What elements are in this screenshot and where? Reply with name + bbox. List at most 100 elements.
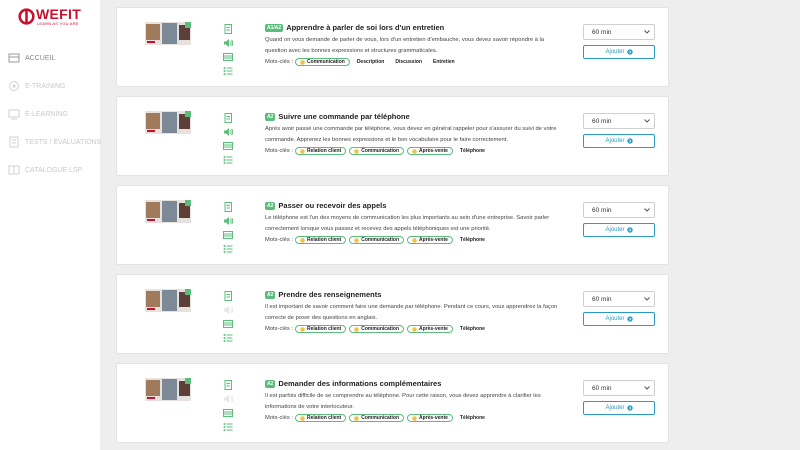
keyword-tag[interactable]: Téléphone xyxy=(456,236,489,244)
course-thumbnail[interactable] xyxy=(145,378,191,401)
duration-value: 60 min xyxy=(592,384,612,392)
chevron-down-icon xyxy=(644,30,650,34)
duration-select[interactable]: 60 min xyxy=(583,113,655,129)
course-thumbnail[interactable] xyxy=(145,22,191,45)
document-icon[interactable] xyxy=(223,113,233,123)
audio-icon[interactable] xyxy=(223,394,233,404)
list-icon[interactable] xyxy=(223,422,233,432)
plus-circle-icon xyxy=(626,49,633,55)
chevron-down-icon xyxy=(644,208,650,212)
course-content: A2 Suivre une commande par téléphone Apr… xyxy=(265,111,565,156)
brand-name: WEFIT xyxy=(36,6,82,22)
keyword-tag[interactable]: Communication xyxy=(349,236,404,244)
list-icon[interactable] xyxy=(223,155,233,165)
course-title[interactable]: Prendre des renseignements xyxy=(278,290,381,299)
list-icon[interactable] xyxy=(223,333,233,343)
keyword-tag[interactable]: Relation client xyxy=(295,147,347,155)
duration-select[interactable]: 60 min xyxy=(583,202,655,218)
keyword-tag[interactable]: Après-vente xyxy=(407,325,453,333)
keyword-tag[interactable]: Relation client xyxy=(295,325,347,333)
course-title[interactable]: Suivre une commande par téléphone xyxy=(278,112,409,121)
star-icon xyxy=(412,415,417,421)
audio-icon[interactable] xyxy=(223,127,233,137)
plus-circle-icon xyxy=(626,227,633,233)
course-actions: 60 min Ajouter xyxy=(583,113,655,148)
add-button[interactable]: Ajouter xyxy=(583,45,655,59)
course-description: Il est parfois difficile de se comprendr… xyxy=(265,393,541,410)
sidebar-item-e-training[interactable]: E-TRAINING xyxy=(8,72,100,100)
list-icon[interactable] xyxy=(223,66,233,76)
duration-select[interactable]: 60 min xyxy=(583,291,655,307)
sidebar-item-tests-evaluations[interactable]: TESTS / ÉVALUATIONS xyxy=(8,128,101,156)
keyword-tag[interactable]: Communication xyxy=(349,147,404,155)
star-icon xyxy=(300,326,305,332)
course-thumbnail[interactable] xyxy=(145,111,191,134)
course-thumbnail[interactable] xyxy=(145,200,191,223)
sidebar-item-label: CATALOGUE LSP xyxy=(25,166,83,174)
keyword-tag[interactable]: Entretien xyxy=(429,58,459,66)
keyword-tags: Mots-clés : Relation client Communicatio… xyxy=(265,235,565,245)
add-button[interactable]: Ajouter xyxy=(583,312,655,326)
star-icon xyxy=(354,326,359,332)
keyword-tag[interactable]: Communication xyxy=(295,58,350,66)
audio-icon[interactable] xyxy=(223,216,233,226)
keyword-tag[interactable]: Téléphone xyxy=(456,147,489,155)
course-description: Quand on vous demande de parler de vous,… xyxy=(265,37,545,54)
add-button-label: Ajouter xyxy=(605,316,625,322)
keyword-tags: Mots-clés : Relation client Communicatio… xyxy=(265,146,565,156)
course-title[interactable]: Passer ou recevoir des appels xyxy=(278,201,386,210)
keyword-tag[interactable]: Relation client xyxy=(295,414,347,422)
video-icon[interactable] xyxy=(223,319,233,329)
level-badge: A2 xyxy=(265,290,276,299)
keyword-tag[interactable]: Après-vente xyxy=(407,147,453,155)
sidebar-item-label: E-LEARNING xyxy=(25,110,68,118)
chevron-down-icon xyxy=(644,297,650,301)
add-button[interactable]: Ajouter xyxy=(583,401,655,415)
video-icon[interactable] xyxy=(223,408,233,418)
sidebar-item-accueil[interactable]: ACCUEIL xyxy=(8,44,100,72)
elearning-icon xyxy=(8,109,20,120)
course-content: A2 Passer ou recevoir des appels Le télé… xyxy=(265,200,565,245)
course-thumbnail[interactable] xyxy=(145,289,191,312)
star-icon xyxy=(300,59,305,65)
keyword-tag[interactable]: Téléphone xyxy=(456,325,489,333)
course-title[interactable]: Demander des informations complémentaire… xyxy=(278,379,441,388)
course-resource-icons xyxy=(223,113,233,169)
course-title[interactable]: Apprendre à parler de soi lors d'un entr… xyxy=(286,23,444,32)
video-icon[interactable] xyxy=(223,230,233,240)
keywords-label: Mots-clés : xyxy=(265,415,294,421)
document-icon[interactable] xyxy=(223,24,233,34)
list-icon[interactable] xyxy=(223,244,233,254)
star-icon xyxy=(354,415,359,421)
document-icon[interactable] xyxy=(223,380,233,390)
keyword-tag[interactable]: Après-vente xyxy=(407,236,453,244)
add-button-label: Ajouter xyxy=(605,49,625,55)
star-icon xyxy=(300,237,305,243)
sidebar-item-label: ACCUEIL xyxy=(25,54,56,62)
keyword-tag[interactable]: Communication xyxy=(349,325,404,333)
plus-circle-icon xyxy=(626,405,633,411)
video-icon[interactable] xyxy=(223,52,233,62)
add-button[interactable]: Ajouter xyxy=(583,134,655,148)
audio-icon[interactable] xyxy=(223,305,233,315)
keyword-tag[interactable]: Description xyxy=(353,58,389,66)
keyword-tag[interactable]: Téléphone xyxy=(456,414,489,422)
video-icon[interactable] xyxy=(223,141,233,151)
keyword-tag[interactable]: Après-vente xyxy=(407,414,453,422)
document-icon[interactable] xyxy=(223,291,233,301)
duration-select[interactable]: 60 min xyxy=(583,24,655,40)
duration-select[interactable]: 60 min xyxy=(583,380,655,396)
sidebar-item-e-learning[interactable]: E-LEARNING xyxy=(8,100,100,128)
duration-value: 60 min xyxy=(592,28,612,36)
audio-icon[interactable] xyxy=(223,38,233,48)
sidebar-item-catalogue-lsp[interactable]: CATALOGUE LSP xyxy=(8,156,100,184)
duration-value: 60 min xyxy=(592,117,612,125)
document-icon[interactable] xyxy=(223,202,233,212)
keyword-tag[interactable]: Communication xyxy=(349,414,404,422)
keyword-tag[interactable]: Relation client xyxy=(295,236,347,244)
wefit-logo[interactable]: WEFIT LEARN AS YOU ARE xyxy=(18,6,82,28)
keyword-tag[interactable]: Discussion xyxy=(391,58,426,66)
course-actions: 60 min Ajouter xyxy=(583,380,655,415)
duration-value: 60 min xyxy=(592,206,612,214)
add-button[interactable]: Ajouter xyxy=(583,223,655,237)
